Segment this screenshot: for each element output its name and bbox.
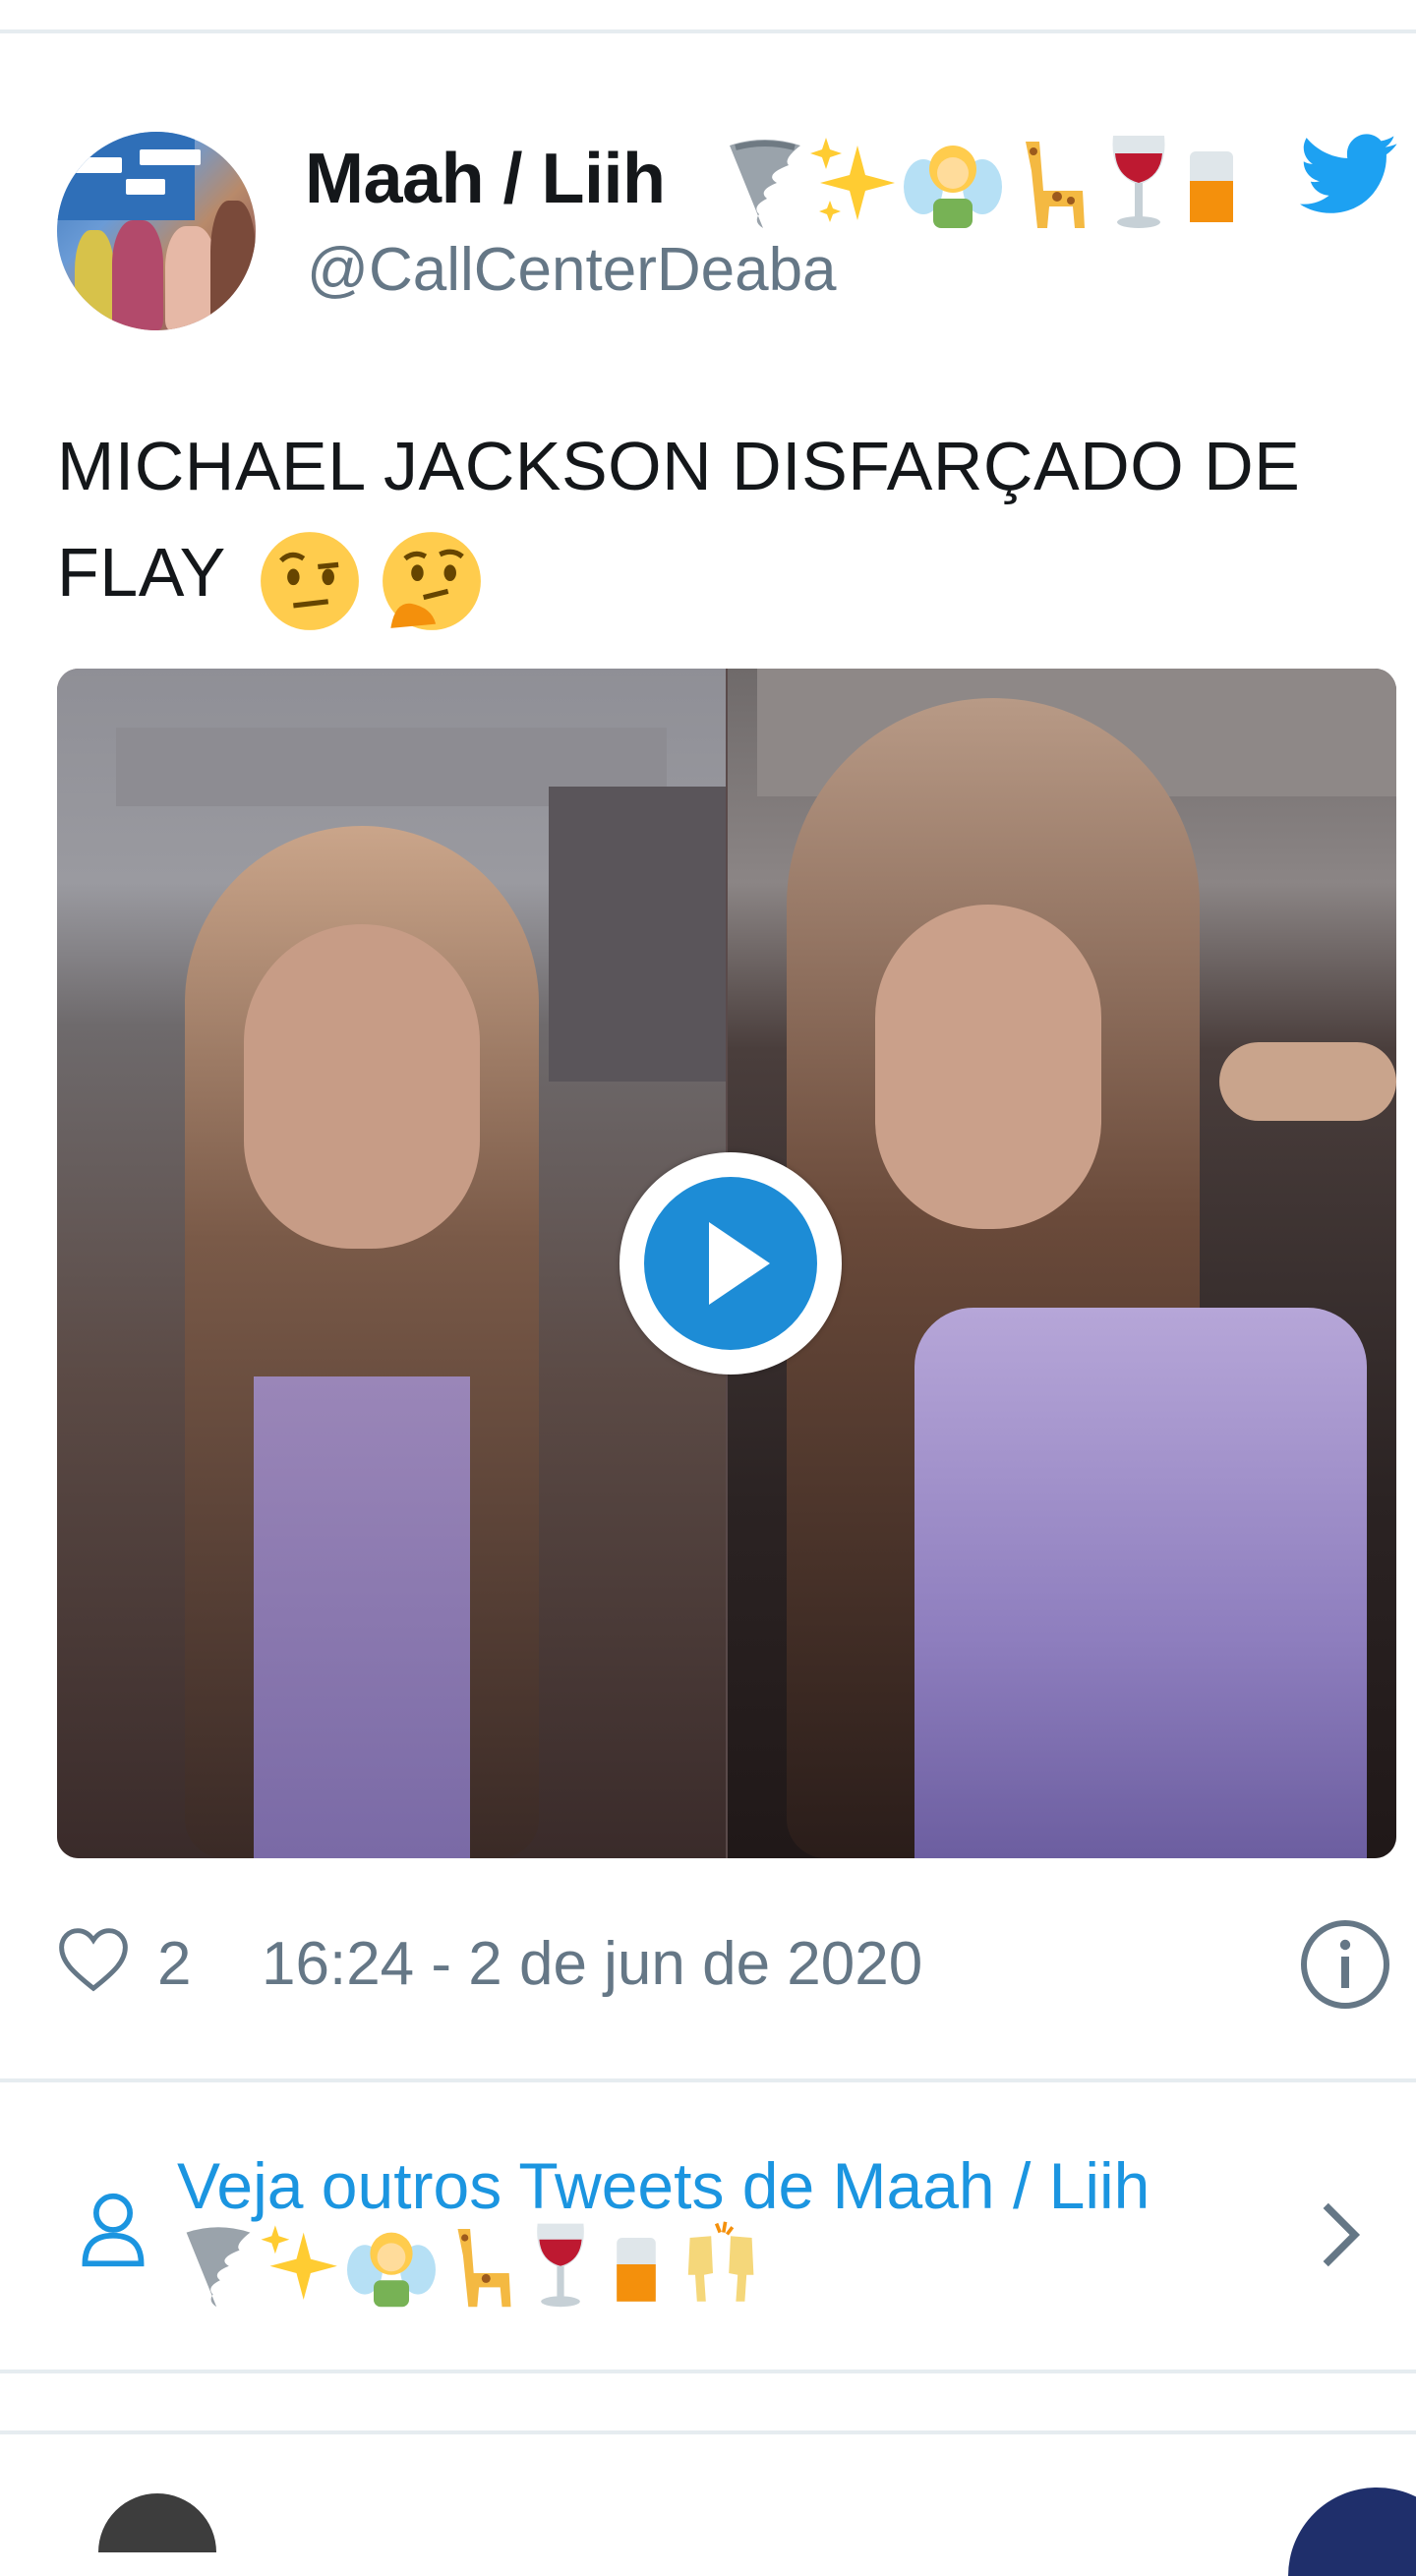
divider	[0, 2430, 1416, 2434]
display-name[interactable]: Maah / Liih	[305, 144, 666, 214]
tweet-timestamp[interactable]: 16:24 - 2 de jun de 2020	[262, 1929, 922, 1999]
next-tweet-avatar[interactable]	[98, 2493, 216, 2552]
face-with-raised-eyebrow-emoji	[260, 532, 359, 631]
fairy-emoji	[903, 146, 1002, 228]
twitter-bird-icon[interactable]	[1300, 134, 1398, 216]
floating-action-button[interactable]	[1288, 2488, 1416, 2576]
name-emojis	[724, 132, 1314, 230]
user-handle[interactable]: @CallCenterDeaba	[307, 240, 837, 301]
section-gap	[0, 2373, 1416, 2430]
fairy-emoji	[346, 2232, 436, 2308]
tweet-text-emojis	[259, 523, 483, 633]
tumbler-emoji	[617, 2238, 657, 2302]
thinking-face-emoji	[382, 532, 481, 631]
play-icon	[644, 1177, 817, 1350]
wine-glass-emoji	[536, 2223, 584, 2308]
wine-glass-emoji	[1112, 136, 1165, 228]
clinking-glasses-emoji	[687, 2221, 754, 2302]
heart-icon[interactable]	[57, 1925, 130, 1994]
sparkles-emoji	[810, 138, 896, 222]
avatar[interactable]	[57, 132, 256, 330]
giraffe-emoji	[457, 2229, 511, 2308]
tweet-text-body: MICHAEL JACKSON DISFARÇADO DE FLAY	[57, 428, 1301, 611]
tumbler-emoji	[1190, 151, 1234, 222]
sparkles-emoji	[261, 2225, 338, 2300]
more-tweets-label: Veja outros Tweets de Maah / Liih	[177, 2149, 1150, 2222]
tweet-meta: 2 16:24 - 2 de jun de 2020	[57, 1917, 1396, 2009]
person-icon	[82, 2193, 145, 2267]
tweet-text: MICHAEL JACKSON DISFARÇADO DE FLAY	[57, 413, 1365, 632]
giraffe-emoji	[1026, 142, 1086, 228]
tornado-emoji	[730, 140, 800, 228]
info-icon[interactable]	[1298, 1917, 1392, 2012]
tornado-emoji	[186, 2227, 251, 2308]
more-tweets-link[interactable]: Veja outros Tweets de Maah / Liih	[0, 2082, 1416, 2370]
chevron-right-icon	[1323, 2202, 1361, 2267]
play-button[interactable]	[620, 1152, 842, 1375]
more-tweets-emojis	[181, 2220, 766, 2318]
like-count: 2	[157, 1930, 192, 1998]
